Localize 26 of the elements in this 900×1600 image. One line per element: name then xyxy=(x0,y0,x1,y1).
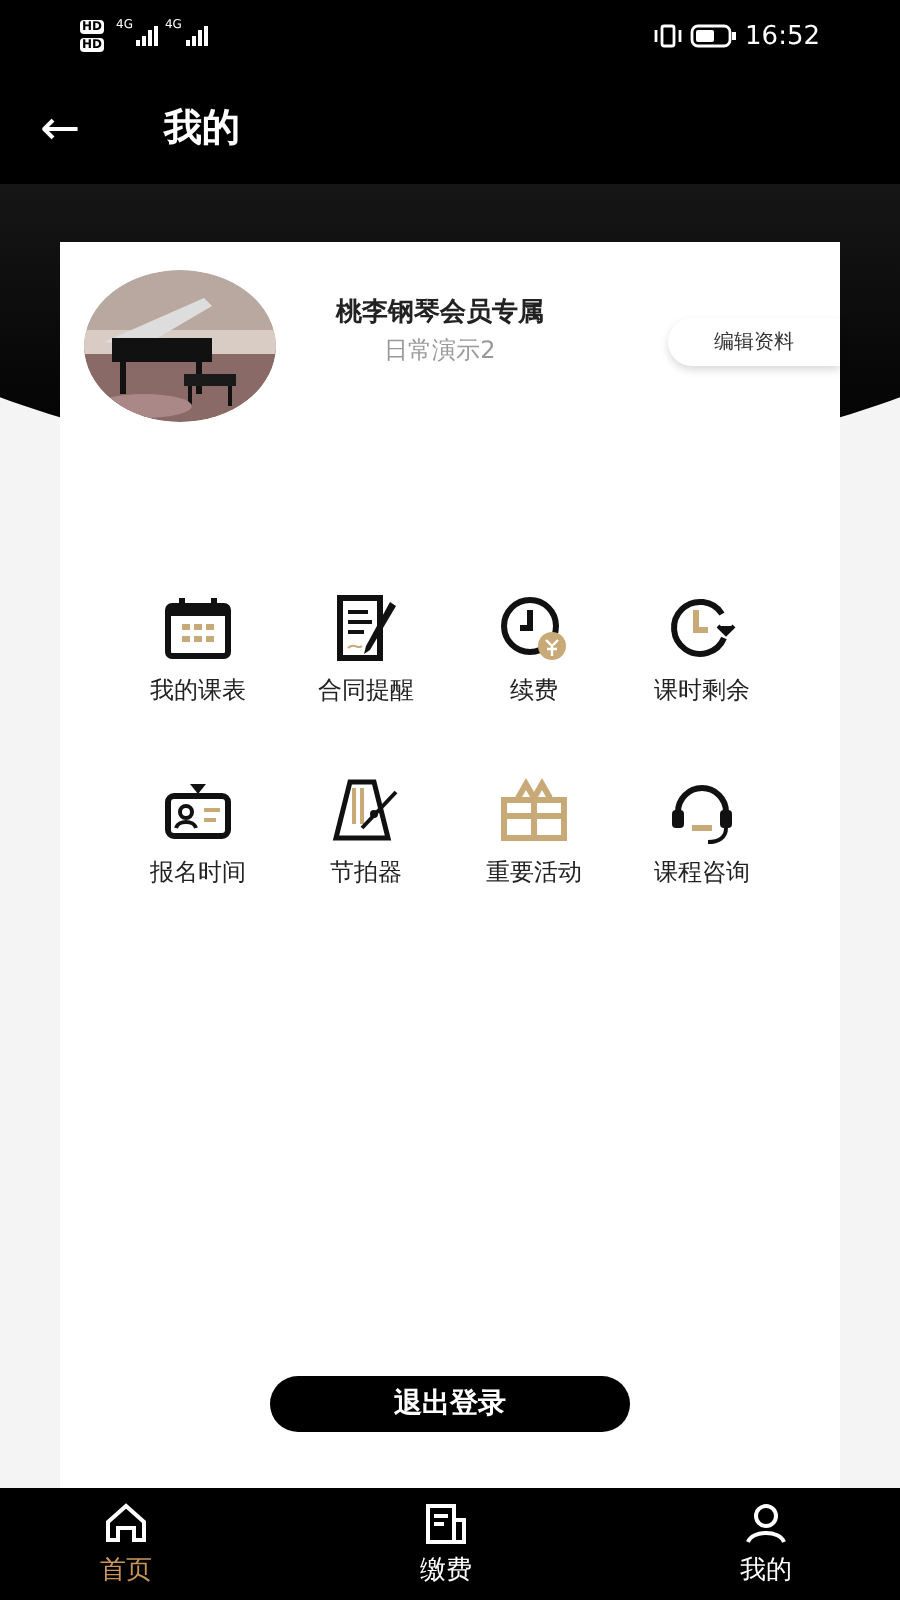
battery-icon xyxy=(689,24,738,48)
home-icon xyxy=(102,1500,150,1548)
vibrate-icon xyxy=(653,24,682,48)
menu-item[interactable]: 课程咨询 xyxy=(618,776,786,890)
member-name: 桃李钢琴会员专属 xyxy=(336,296,544,330)
menu-item[interactable]: 续费 xyxy=(450,594,618,708)
menu-item[interactable]: 重要活动 xyxy=(450,776,618,890)
user-icon xyxy=(742,1500,790,1548)
signal-icon xyxy=(136,26,161,46)
logout-button[interactable]: 退出登录 xyxy=(270,1376,630,1432)
tab[interactable]: 缴费 xyxy=(408,1488,484,1600)
menu-item[interactable]: 我的课表 xyxy=(114,594,282,708)
page-title: 我的 xyxy=(164,104,241,154)
menu-item[interactable]: 报名时间 xyxy=(114,776,282,890)
member-subtitle: 日常演示2 xyxy=(384,334,496,368)
bill-icon xyxy=(422,1500,470,1548)
back-button[interactable]: ← xyxy=(40,100,81,156)
clock-time: 16:52 xyxy=(745,21,820,51)
edit-profile-button[interactable]: 编辑资料 xyxy=(668,318,840,366)
signal-icon xyxy=(185,26,210,46)
menu-item[interactable]: 节拍器 xyxy=(282,776,450,890)
tab[interactable]: 我的 xyxy=(728,1488,804,1600)
clock-coin-icon xyxy=(498,594,570,666)
menu-item[interactable]: 合同提醒 xyxy=(282,594,450,708)
tab[interactable]: 首页 xyxy=(88,1488,164,1600)
menu-item[interactable]: 课时剩余 xyxy=(618,594,786,708)
